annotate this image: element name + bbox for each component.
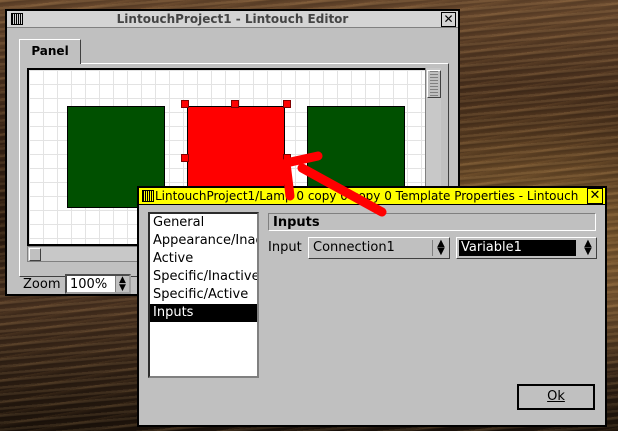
- connection-value: Connection1: [313, 240, 395, 255]
- list-item-specific-inactive[interactable]: Specific/Inactive: [150, 268, 257, 286]
- dialog-titlebar[interactable]: LintouchProject1/Lamp 0 copy 0 copy 0 Te…: [139, 188, 605, 205]
- resize-handle[interactable]: [181, 100, 189, 108]
- zoom-label: Zoom: [23, 277, 61, 292]
- tab-panel[interactable]: Panel: [19, 39, 81, 64]
- category-list[interactable]: General Appearance/Inactive Active Speci…: [148, 212, 259, 378]
- connection-select[interactable]: Connection1 ▲ ▼: [308, 237, 450, 259]
- zoom-value: 100%: [70, 277, 108, 292]
- scrollbar-thumb[interactable]: [427, 70, 441, 98]
- list-item-active[interactable]: Active: [150, 250, 257, 268]
- zoom-spinbox[interactable]: 100% ▲ ▼: [65, 274, 131, 294]
- close-icon[interactable]: ✕: [441, 12, 456, 27]
- ok-button[interactable]: Ok: [517, 384, 595, 410]
- spin-arrows-icon[interactable]: ▲ ▼: [115, 276, 129, 293]
- horizontal-scrollbar[interactable]: [27, 246, 141, 262]
- scrollbar-thumb[interactable]: [29, 248, 41, 261]
- template-properties-dialog: LintouchProject1/Lamp 0 copy 0 copy 0 Te…: [137, 186, 607, 427]
- resize-handle[interactable]: [181, 154, 189, 162]
- variable-select[interactable]: Variable1 ▲ ▼: [456, 237, 597, 259]
- list-item-specific-active[interactable]: Specific/Active: [150, 286, 257, 304]
- editor-title: LintouchProject1 - Lintouch Editor: [116, 12, 349, 26]
- list-item-general[interactable]: General: [150, 214, 257, 232]
- resize-handle[interactable]: [283, 154, 291, 162]
- input-label: Input: [268, 240, 302, 255]
- dialog-title: LintouchProject1/Lamp 0 copy 0 copy 0 Te…: [155, 189, 579, 203]
- resize-handle[interactable]: [283, 100, 291, 108]
- ok-label: Ok: [547, 389, 565, 404]
- list-item-inputs[interactable]: Inputs: [150, 304, 257, 322]
- list-item-appearance-inactive[interactable]: Appearance/Inactive: [150, 232, 257, 250]
- section-title: Inputs: [268, 213, 596, 231]
- variable-value: Variable1: [459, 240, 576, 256]
- editor-titlebar[interactable]: LintouchProject1 - Lintouch Editor ✕: [7, 11, 458, 28]
- close-icon[interactable]: ✕: [587, 188, 603, 204]
- up-down-arrows-icon[interactable]: ▲ ▼: [582, 239, 594, 257]
- window-menu-icon[interactable]: [142, 190, 154, 202]
- combo-divider: [432, 240, 433, 256]
- resize-handle[interactable]: [231, 100, 239, 108]
- up-down-arrows-icon[interactable]: ▲ ▼: [435, 239, 447, 257]
